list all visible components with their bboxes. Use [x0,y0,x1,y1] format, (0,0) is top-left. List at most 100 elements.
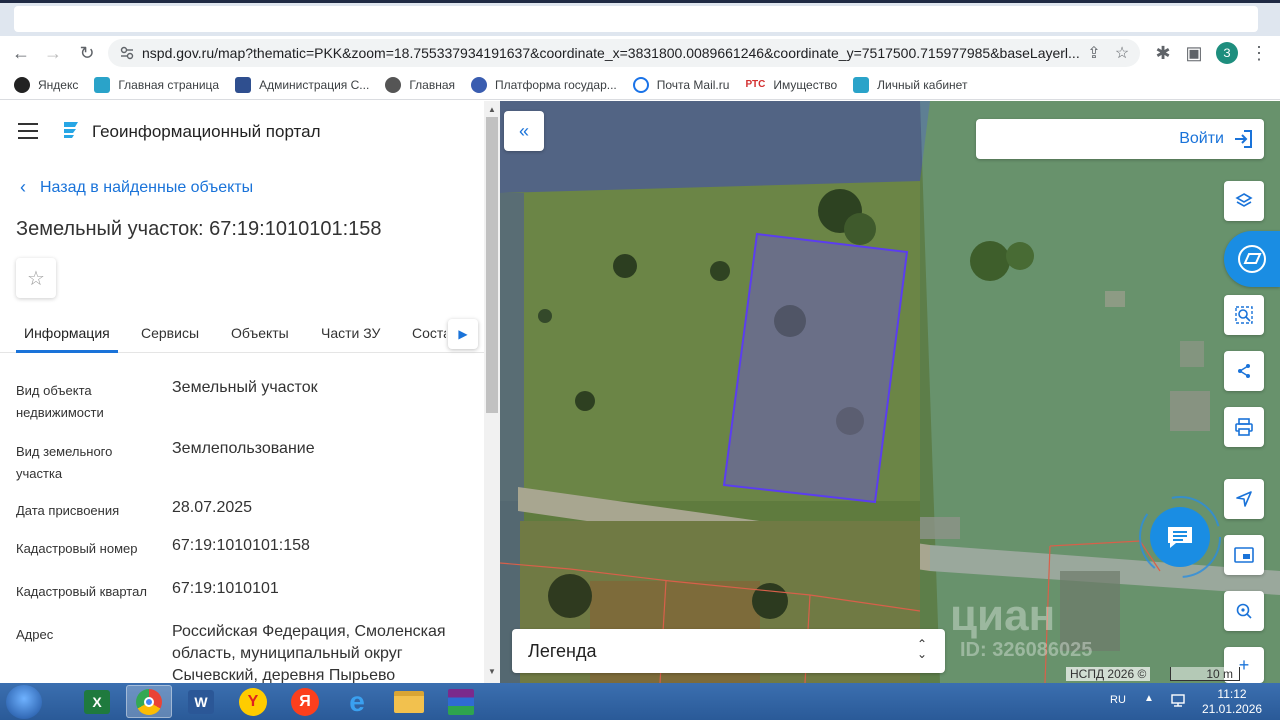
info-label: Кадастровый номер [16,541,138,556]
scroll-up-icon[interactable]: ▲ [488,105,496,114]
bookmark-item[interactable]: Администрация С... [235,76,370,93]
excel-icon[interactable]: X [74,685,120,718]
bookmark-label: Главная страница [118,77,220,92]
yandex-icon[interactable]: Я [282,685,328,718]
portal-logo-icon [64,122,78,138]
back-link-label: Назад в найденные объекты [40,178,254,196]
login-button[interactable]: Войти [976,119,1264,159]
watermark: циан [950,591,1056,640]
bookmark-item[interactable]: РТС Имущество [745,78,837,92]
login-label: Войти [1179,130,1224,147]
favorite-star-icon[interactable]: ☆ [16,258,56,298]
internet-explorer-icon[interactable]: e [334,685,380,718]
tab-bar-area[interactable] [14,6,1258,32]
info-label: Кадастровый квартал [16,584,147,599]
back-arrow-icon[interactable]: ← [8,40,34,66]
print-icon[interactable] [1224,407,1264,447]
bookmark-item[interactable]: Главная страница [94,76,220,93]
bookmark-item[interactable]: Почта Mail.ru [632,76,729,93]
tab-strip [0,0,1280,36]
bookmarks-bar: Яндекс Главная страница Администрация С.… [0,70,1280,100]
chevron-left-icon: ‹ [20,177,26,197]
bookmark-label: Платформа государ... [495,77,617,92]
reload-icon[interactable]: ↻ [74,40,100,66]
start-button-icon[interactable] [6,685,42,719]
minimap-icon[interactable] [1224,535,1264,575]
area-search-icon[interactable] [1224,295,1264,335]
object-panel: Геоинформационный портал ‹ Назад в найде… [0,101,500,683]
bookmark-label: Главная [409,77,455,92]
tab-objects[interactable]: Объекты [231,325,289,341]
address-bar[interactable]: nspd.gov.ru/map?thematic=PKK&zoom=18.755… [108,39,1140,67]
info-value[interactable]: 67:19:1010101 [172,578,472,600]
site-icon [853,76,870,93]
eagle-icon [471,76,487,93]
winrar-icon[interactable] [438,685,484,718]
scroll-down-icon[interactable]: ▼ [488,667,496,676]
yandex-browser-icon[interactable]: Y [230,685,276,718]
extensions-icon[interactable]: ✱ [1150,40,1176,66]
info-value: 28.07.2025 [172,499,253,516]
expand-collapse-icon: ⌃ ⌄ [916,637,927,661]
portal-title[interactable]: Геоинформационный портал [92,122,321,142]
panel-scrollbar[interactable]: ▲ ▼ [484,101,500,683]
language-indicator[interactable]: RU [1110,694,1126,706]
network-icon[interactable] [1170,692,1186,708]
bookmark-item[interactable]: Яндекс [14,76,78,93]
browser-toolbar: ← → ↻ nspd.gov.ru/map?thematic=PKK&zoom=… [0,36,1280,70]
legend-dropdown[interactable]: Легенда ⌃ ⌄ [512,629,945,673]
bookmark-label: Администрация С... [259,77,370,92]
page-title: Земельный участок: 67:19:1010101:158 [16,218,382,240]
tab-composition[interactable]: Соста [412,325,446,341]
chat-icon[interactable] [1150,507,1210,567]
rts-icon: РТС [745,79,766,90]
bookmark-label: Имущество [773,77,838,92]
bookmark-item[interactable]: Главная [385,76,455,93]
info-value[interactable]: 67:19:1010101:158 [172,535,472,557]
bookmark-label: Личный кабинет [877,77,968,92]
url-text[interactable]: nspd.gov.ru/map?thematic=PKK&zoom=18.755… [142,45,1082,61]
map-view[interactable]: « Войти + циан ID: 326086025 Легенда ⌃⌄ [500,101,1280,683]
info-label: Дата присвоения [16,503,120,518]
active-tab-indicator [16,350,118,353]
tab-services[interactable]: Сервисы [141,325,199,341]
menu-icon[interactable] [18,123,38,139]
file-explorer-icon[interactable] [386,685,432,718]
forward-arrow-icon[interactable]: → [40,40,66,66]
tab-parts[interactable]: Части ЗУ [321,325,380,341]
info-label: Вид объекта недвижимости [16,383,104,420]
info-label: Адрес [16,627,54,642]
tray-expand-icon[interactable]: ▲ [1144,693,1154,704]
side-panel-icon[interactable]: ▣ [1181,40,1207,66]
window-edge [0,0,1280,3]
menu-dots-icon[interactable]: ⋮ [1246,40,1272,66]
taskbar: X W Y Я e RU ▲ 11:12 21.01.2026 [0,683,1280,720]
share-icon[interactable] [1224,351,1264,391]
chrome-icon[interactable] [126,685,172,718]
word-icon[interactable]: W [178,685,224,718]
bookmark-star-icon[interactable]: ☆ [1112,43,1132,63]
bookmark-item[interactable]: Личный кабинет [853,76,968,93]
tab-bar: Информация Сервисы Объекты Части ЗУ Сост… [0,319,484,353]
tab-info[interactable]: Информация [24,325,110,341]
login-icon [1235,130,1252,148]
map-theme-icon[interactable] [1224,231,1280,287]
bookmark-item[interactable]: Платформа государ... [471,76,617,93]
search-location-icon[interactable] [1224,591,1264,631]
share-icon[interactable]: ⇪ [1084,43,1104,63]
tabs-scroll-right-icon[interactable]: ▶ [448,319,478,349]
clock[interactable]: 11:12 21.01.2026 [1202,687,1262,717]
site-info-icon[interactable] [120,45,134,61]
scrollbar-thumb[interactable] [486,117,498,413]
info-value: Землепользование [172,440,315,457]
info-value: Российская Федерация, Смоленская область… [172,623,446,683]
info-value: Земельный участок [172,379,318,396]
back-to-results-link[interactable]: ‹ Назад в найденные объекты [20,177,253,198]
collapse-panel-icon[interactable]: « [504,111,544,151]
layers-icon[interactable] [1224,181,1264,221]
watermark: ID: 326086025 [960,639,1093,661]
satellite-imagery [500,101,1280,683]
profile-avatar[interactable]: З [1216,42,1238,64]
geolocation-icon[interactable] [1224,479,1264,519]
coat-of-arms-icon [235,76,252,93]
